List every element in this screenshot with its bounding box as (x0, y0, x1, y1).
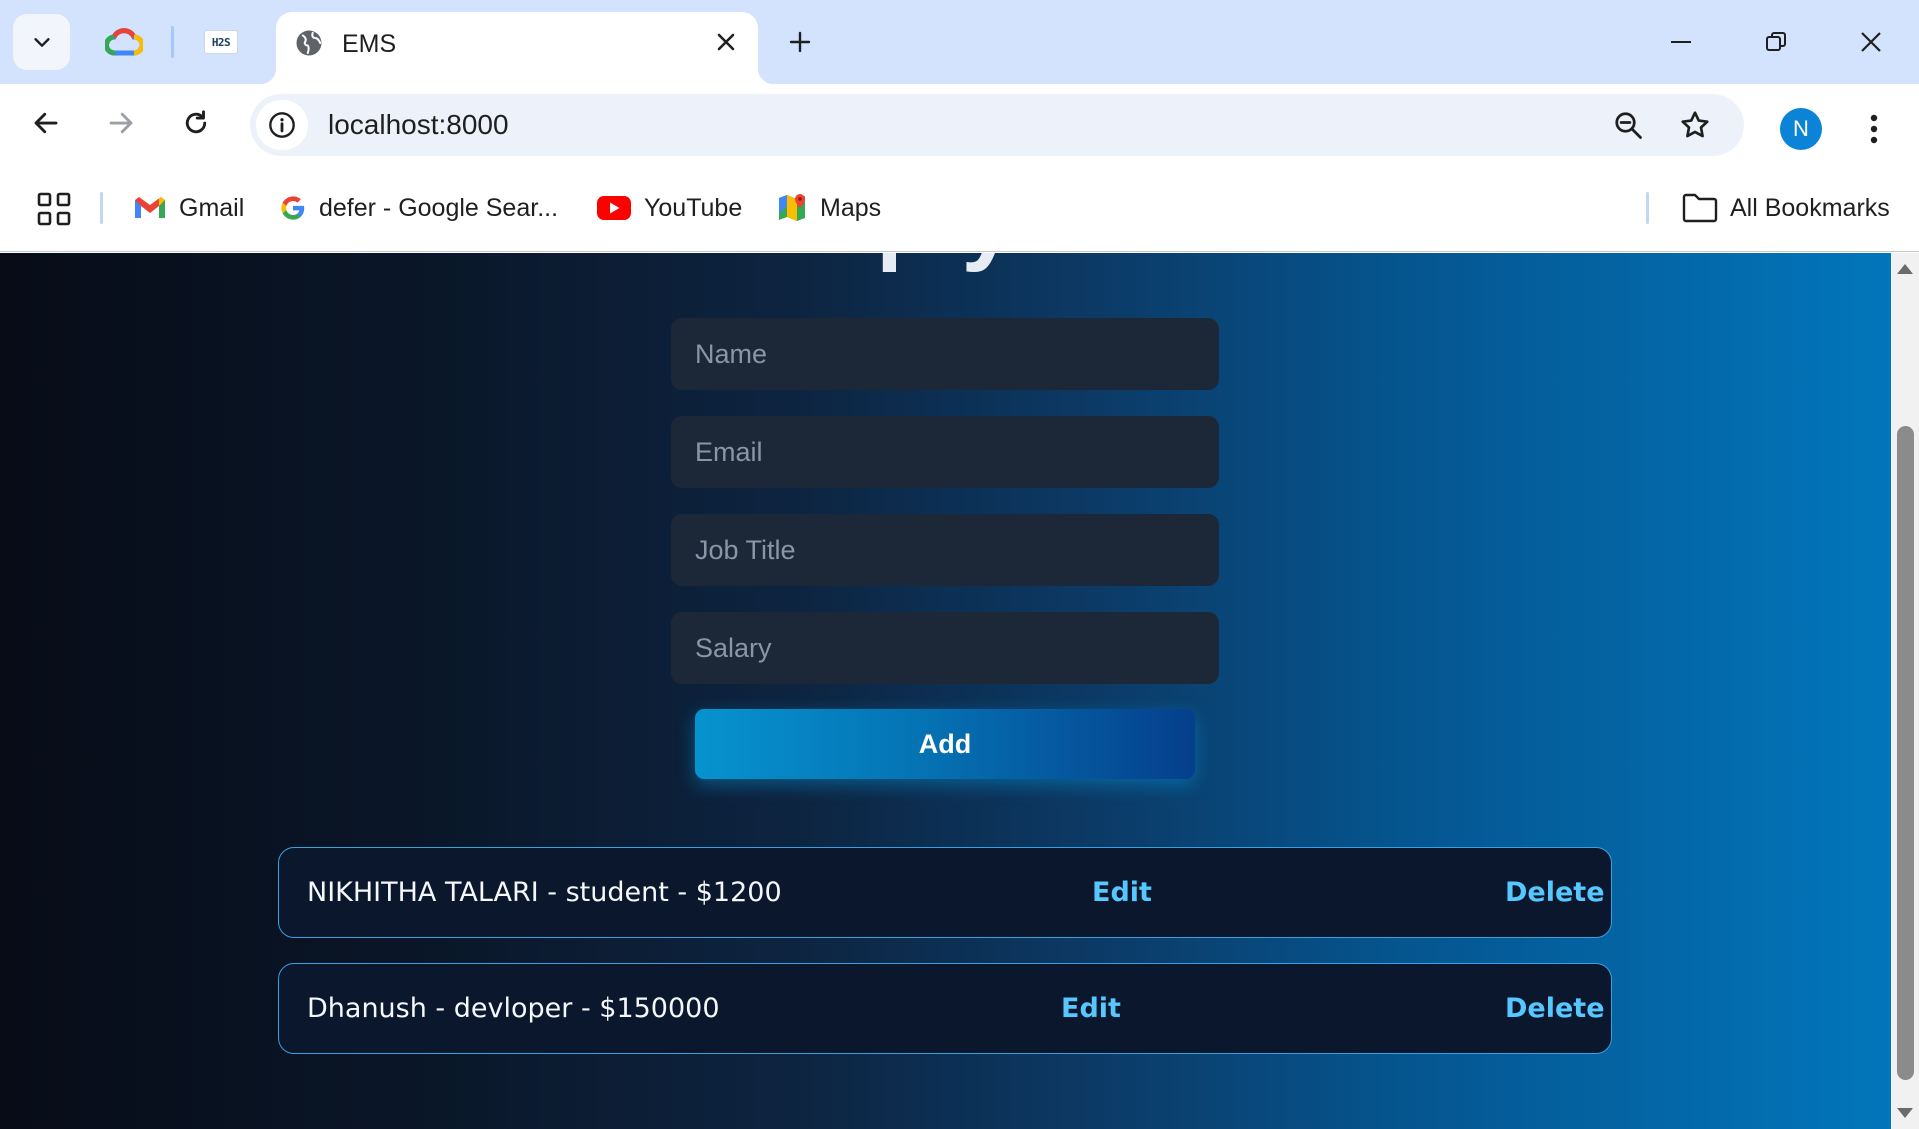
restore-icon (1766, 32, 1786, 51)
cloud-icon (105, 28, 143, 56)
scroll-up-button[interactable] (1895, 259, 1915, 279)
bookmark-maps[interactable]: Maps (776, 186, 881, 230)
folder-icon (1682, 193, 1718, 223)
chevron-down-icon (33, 38, 50, 47)
pinned-tab-cloud[interactable] (98, 16, 150, 68)
bookmark-label: YouTube (644, 193, 743, 222)
delete-button[interactable]: Delete (1505, 877, 1605, 908)
arrow-left-icon (34, 112, 58, 134)
close-icon (717, 33, 735, 51)
salary-input[interactable] (671, 612, 1219, 684)
pinned-tab-h2s[interactable]: H2S (195, 16, 247, 68)
bookmarks-separator (100, 192, 103, 224)
all-bookmarks-button[interactable]: All Bookmarks (1682, 186, 1890, 230)
bookmarks-bar: Gmail defer - Google Sear... YouTube Map… (0, 164, 1919, 252)
zoom-out-icon (1615, 112, 1642, 139)
youtube-icon (597, 196, 631, 220)
edit-button[interactable]: Edit (1061, 993, 1121, 1024)
bookmark-youtube[interactable]: YouTube (596, 186, 742, 230)
reload-button[interactable] (171, 98, 221, 148)
tab-search-button[interactable] (13, 14, 70, 70)
triangle-up-icon (1897, 264, 1913, 274)
new-tab-button[interactable] (780, 22, 820, 62)
plus-icon (789, 31, 811, 53)
tab-title: EMS (342, 30, 397, 58)
employee-row: Dhanush - devloper - $150000 Edit Delete (278, 963, 1612, 1054)
name-input[interactable] (671, 318, 1219, 390)
h2s-icon: H2S (204, 30, 238, 54)
bookmarks-separator (1646, 192, 1649, 224)
tab-close-button[interactable] (709, 25, 743, 59)
delete-button[interactable]: Delete (1505, 993, 1605, 1024)
back-button[interactable] (21, 98, 71, 148)
globe-icon (296, 30, 322, 56)
bookmark-label: Gmail (179, 193, 245, 222)
google-icon (281, 196, 305, 220)
tab-separator (171, 26, 174, 58)
edit-button[interactable]: Edit (1092, 877, 1152, 908)
bookmark-gmail[interactable]: Gmail (133, 186, 244, 230)
bookmark-star-button[interactable] (1673, 103, 1717, 147)
triangle-down-icon (1897, 1108, 1913, 1118)
close-icon (1861, 32, 1881, 52)
reload-icon (185, 110, 207, 134)
gmail-icon (135, 197, 165, 218)
add-button[interactable]: Add (695, 709, 1195, 779)
minimize-button[interactable] (1656, 20, 1706, 64)
url-text[interactable]: localhost:8000 (328, 109, 509, 141)
arrow-right-icon (109, 112, 133, 134)
email-input[interactable] (671, 416, 1219, 488)
scroll-down-button[interactable] (1895, 1103, 1915, 1123)
job-title-input[interactable] (671, 514, 1219, 586)
bookmark-google-search[interactable]: defer - Google Sear... (279, 186, 558, 230)
page-viewport: p y Add NIKHITHA TALARI - student - $120… (0, 253, 1891, 1129)
address-bar[interactable]: localhost:8000 (250, 94, 1744, 156)
bookmark-label: Maps (820, 193, 882, 222)
scroll-thumb[interactable] (1897, 426, 1914, 1080)
page-scrollbar[interactable] (1891, 253, 1919, 1129)
maps-icon (779, 194, 805, 221)
bookmark-label: defer - Google Sear... (319, 193, 559, 222)
minimize-icon (1671, 41, 1691, 43)
zoom-button[interactable] (1606, 103, 1650, 147)
restore-button[interactable] (1751, 20, 1801, 64)
site-info-button[interactable] (256, 100, 308, 150)
more-vertical-icon (1870, 114, 1878, 144)
forward-button[interactable] (96, 98, 146, 148)
tab-ems[interactable]: EMS (260, 12, 774, 84)
info-icon (269, 112, 295, 138)
employee-details: NIKHITHA TALARI - student - $1200 (307, 877, 782, 908)
employee-details: Dhanush - devloper - $150000 (307, 993, 720, 1024)
apps-grid-icon[interactable] (36, 191, 72, 227)
all-bookmarks-label: All Bookmarks (1730, 193, 1890, 222)
profile-avatar[interactable]: N (1780, 108, 1822, 150)
star-icon (1681, 111, 1709, 138)
window-close-button[interactable] (1846, 20, 1896, 64)
browser-toolbar: localhost:8000 N (0, 84, 1919, 164)
employee-row: NIKHITHA TALARI - student - $1200 Edit D… (278, 847, 1612, 938)
page-heading-cropped: p y (0, 253, 1891, 275)
browser-menu-button[interactable] (1854, 104, 1894, 154)
tab-strip: H2S EMS (0, 0, 1919, 84)
